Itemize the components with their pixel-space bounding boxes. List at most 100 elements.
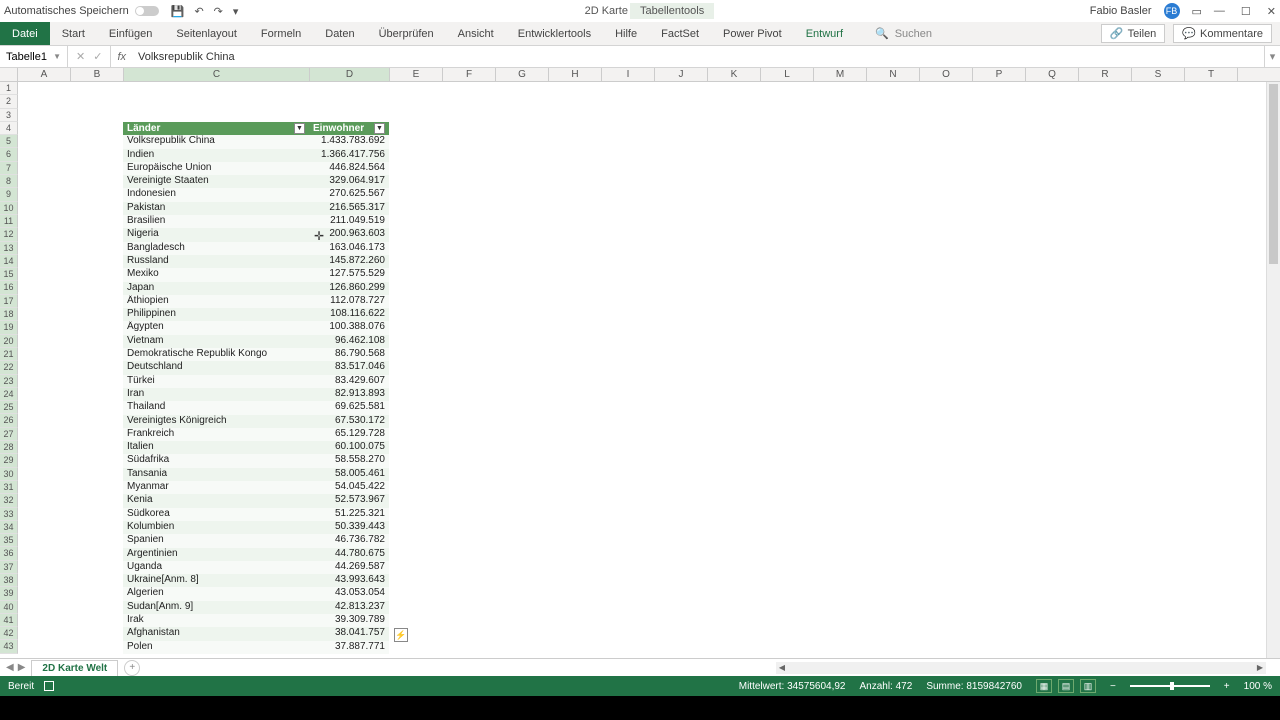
row-header[interactable]: 31 xyxy=(0,481,18,494)
table-cell[interactable]: 83.517.046 xyxy=(309,361,389,374)
table-cell[interactable]: Ägypten xyxy=(123,321,309,334)
table-row[interactable]: Irak39.309.789 xyxy=(123,614,389,627)
table-cell[interactable]: 60.100.075 xyxy=(309,441,389,454)
table-cell[interactable]: Türkei xyxy=(123,375,309,388)
spreadsheet-grid[interactable]: ABCDEFGHIJKLMNOPQRST 1234567891011121314… xyxy=(0,68,1280,658)
zoom-in-icon[interactable]: + xyxy=(1224,681,1230,692)
column-header[interactable]: L xyxy=(761,68,814,81)
row-header[interactable]: 17 xyxy=(0,295,18,308)
next-sheet-icon[interactable]: ▶ xyxy=(18,662,26,673)
table-cell[interactable]: 52.573.967 xyxy=(309,494,389,507)
row-header[interactable]: 35 xyxy=(0,534,18,547)
ribbon-tab-start[interactable]: Start xyxy=(50,28,97,40)
table-cell[interactable]: Südkorea xyxy=(123,508,309,521)
column-header[interactable]: J xyxy=(655,68,708,81)
table-row[interactable]: Afghanistan38.041.757 xyxy=(123,627,389,640)
table-cell[interactable]: 58.005.461 xyxy=(309,468,389,481)
table-cell[interactable]: 67.530.172 xyxy=(309,415,389,428)
table-cell[interactable]: 82.913.893 xyxy=(309,388,389,401)
close-icon[interactable]: ✕ xyxy=(1267,5,1276,18)
table-row[interactable]: Äthiopien112.078.727 xyxy=(123,295,389,308)
table-row[interactable]: Argentinien44.780.675 xyxy=(123,548,389,561)
row-header[interactable]: 14 xyxy=(0,255,18,268)
user-name[interactable]: Fabio Basler xyxy=(1090,5,1152,17)
table-cell[interactable]: 200.963.603 xyxy=(309,228,389,241)
table-row[interactable]: Brasilien211.049.519 xyxy=(123,215,389,228)
row-header[interactable]: 32 xyxy=(0,494,18,507)
table-cell[interactable]: 58.558.270 xyxy=(309,454,389,467)
table-row[interactable]: Vietnam96.462.108 xyxy=(123,335,389,348)
row-header[interactable]: 10 xyxy=(0,202,18,215)
table-cell[interactable]: Afghanistan xyxy=(123,627,309,640)
table-row[interactable]: Japan126.860.299 xyxy=(123,282,389,295)
column-header[interactable]: O xyxy=(920,68,973,81)
table-cell[interactable]: Deutschland xyxy=(123,361,309,374)
filter-icon[interactable]: ▼ xyxy=(294,123,305,134)
table-cell[interactable]: Vereinigtes Königreich xyxy=(123,415,309,428)
view-normal-icon[interactable]: ▦ xyxy=(1036,679,1052,693)
ribbon-tab-überprüfen[interactable]: Überprüfen xyxy=(367,28,446,40)
table-cell[interactable]: Vietnam xyxy=(123,335,309,348)
row-header[interactable]: 34 xyxy=(0,521,18,534)
table-cell[interactable]: Philippinen xyxy=(123,308,309,321)
column-header[interactable]: C xyxy=(124,68,310,81)
add-sheet-icon[interactable]: + xyxy=(124,660,140,676)
fx-icon[interactable]: fx xyxy=(111,51,132,63)
row-header[interactable]: 41 xyxy=(0,614,18,627)
zoom-out-icon[interactable]: − xyxy=(1110,681,1116,692)
row-header[interactable]: 26 xyxy=(0,414,18,427)
table-cell[interactable]: 86.790.568 xyxy=(309,348,389,361)
column-header[interactable]: P xyxy=(973,68,1026,81)
table-cell[interactable]: Kolumbien xyxy=(123,521,309,534)
row-header[interactable]: 27 xyxy=(0,428,18,441)
row-header[interactable]: 13 xyxy=(0,242,18,255)
row-header[interactable]: 23 xyxy=(0,375,18,388)
ribbon-tab-daten[interactable]: Daten xyxy=(313,28,366,40)
table-cell[interactable]: 43.993.643 xyxy=(309,574,389,587)
ribbon-tab-entwicklertools[interactable]: Entwicklertools xyxy=(506,28,603,40)
ribbon-tab-power pivot[interactable]: Power Pivot xyxy=(711,28,794,40)
table-cell[interactable]: Frankreich xyxy=(123,428,309,441)
table-row[interactable]: Iran82.913.893 xyxy=(123,388,389,401)
table-cell[interactable]: 163.046.173 xyxy=(309,242,389,255)
ribbon-tab-entwurf[interactable]: Entwurf xyxy=(794,28,855,40)
table-row[interactable]: Bangladesch163.046.173 xyxy=(123,242,389,255)
table-row[interactable]: Südafrika58.558.270 xyxy=(123,454,389,467)
column-header[interactable]: B xyxy=(71,68,124,81)
column-header[interactable]: T xyxy=(1185,68,1238,81)
table-cell[interactable]: 39.309.789 xyxy=(309,614,389,627)
table-cell[interactable]: Polen xyxy=(123,641,309,654)
table-row[interactable]: Ägypten100.388.076 xyxy=(123,321,389,334)
table-header[interactable]: Länder▼ xyxy=(123,122,309,135)
select-all-corner[interactable] xyxy=(0,68,18,81)
table-cell[interactable]: Pakistan xyxy=(123,202,309,215)
table-cell[interactable]: 329.064.917 xyxy=(309,175,389,188)
search-box[interactable]: 🔍 Suchen xyxy=(875,27,932,40)
ribbon-tab-seitenlayout[interactable]: Seitenlayout xyxy=(164,28,249,40)
column-header[interactable]: E xyxy=(390,68,443,81)
column-header[interactable]: D xyxy=(310,68,390,81)
view-pagelayout-icon[interactable]: ▤ xyxy=(1058,679,1074,693)
ribbon-options-icon[interactable]: ▭ xyxy=(1192,5,1202,18)
table-row[interactable]: Volksrepublik China1.433.783.692 xyxy=(123,135,389,148)
row-header[interactable]: 11 xyxy=(0,215,18,228)
row-header[interactable]: 28 xyxy=(0,441,18,454)
ribbon-tab-einfügen[interactable]: Einfügen xyxy=(97,28,164,40)
column-header[interactable]: S xyxy=(1132,68,1185,81)
maximize-icon[interactable]: ☐ xyxy=(1241,5,1251,18)
row-header[interactable]: 20 xyxy=(0,335,18,348)
table-row[interactable]: Russland145.872.260 xyxy=(123,255,389,268)
table-row[interactable]: Vereinigte Staaten329.064.917 xyxy=(123,175,389,188)
table-cell[interactable]: Äthiopien xyxy=(123,295,309,308)
row-header[interactable]: 4 xyxy=(0,122,18,135)
qat-dropdown-icon[interactable]: ▾ xyxy=(233,5,239,18)
table-row[interactable]: Indonesien270.625.567 xyxy=(123,188,389,201)
table-cell[interactable]: 100.388.076 xyxy=(309,321,389,334)
row-header[interactable]: 25 xyxy=(0,401,18,414)
table-row[interactable]: Demokratische Republik Kongo86.790.568 xyxy=(123,348,389,361)
user-avatar[interactable]: FB xyxy=(1164,3,1180,19)
table-cell[interactable]: Kenia xyxy=(123,494,309,507)
chevron-down-icon[interactable]: ▼ xyxy=(53,52,61,61)
undo-icon[interactable]: ↶ xyxy=(194,5,203,18)
row-header[interactable]: 37 xyxy=(0,561,18,574)
